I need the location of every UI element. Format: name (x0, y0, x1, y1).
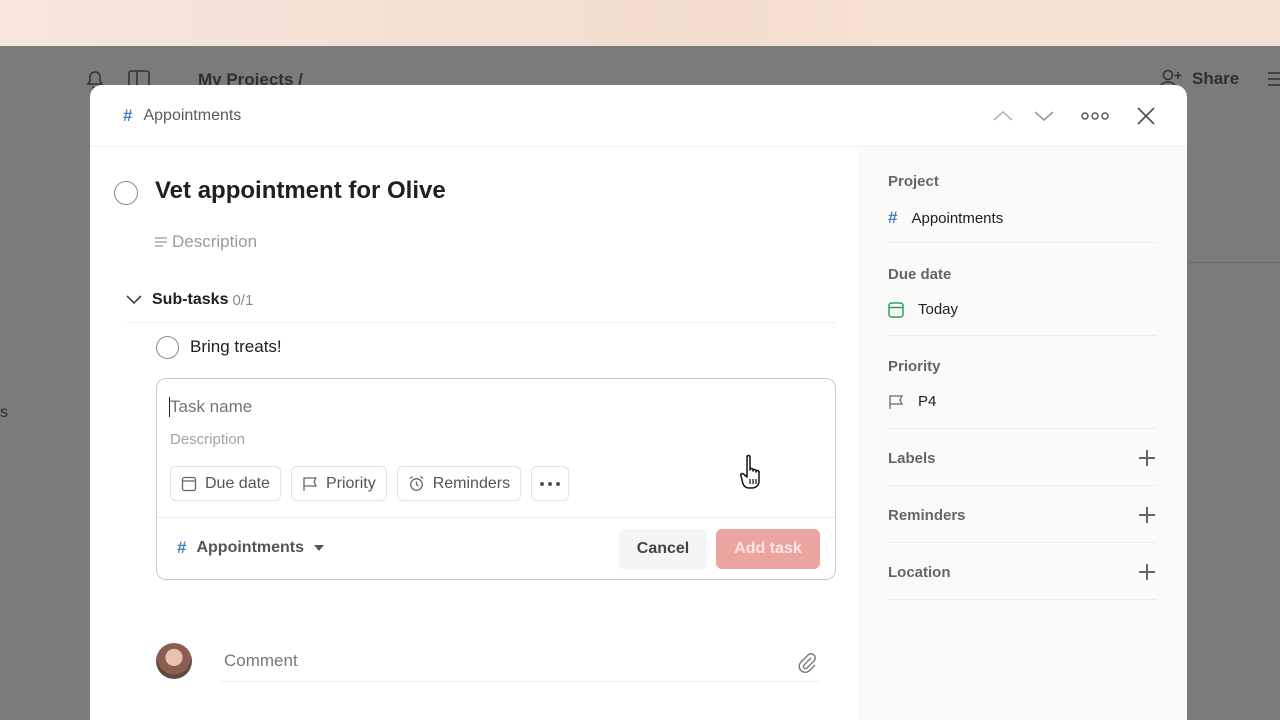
editor-description-input[interactable]: Description (170, 431, 245, 448)
background-banner (0, 0, 1280, 46)
divider (888, 428, 1156, 429)
project-label: Project (888, 173, 939, 190)
task-main-panel: Vet appointment for Olive Description Su… (90, 147, 857, 720)
flag-icon (889, 394, 904, 409)
priority-value[interactable]: P4 (888, 393, 1156, 410)
hash-icon: # (888, 208, 898, 227)
priority-label: Priority (325, 474, 376, 492)
add-reminder-icon[interactable] (1138, 506, 1156, 524)
labels-label: Labels (888, 449, 936, 467)
chevron-up-icon (993, 110, 1013, 121)
more-horizontal-icon (540, 481, 561, 486)
editor-footer: # Appointments Cancel Add task (157, 517, 835, 579)
due-date-button[interactable]: Due date (170, 466, 281, 501)
caret-down-icon (314, 545, 325, 551)
subtasks-count: 0/1 (232, 291, 254, 309)
due-date-value[interactable]: Today (888, 301, 1156, 318)
task-properties-sidebar: Project # Appointments Due date Today Pr… (857, 147, 1187, 720)
more-options-button[interactable] (531, 466, 570, 501)
reminders-row[interactable]: Reminders (888, 506, 1156, 524)
project-value-text: Appointments (911, 209, 1004, 227)
alarm-clock-icon (409, 475, 424, 491)
due-date-label: Due date (205, 474, 270, 492)
project-selector[interactable]: # Appointments (177, 538, 325, 558)
share-label: Share (1192, 69, 1240, 88)
editor-chip-row: Due date Priority Reminders (170, 466, 570, 501)
divider (220, 681, 820, 682)
labels-row[interactable]: Labels (888, 449, 1156, 467)
task-detail-modal: # Appointments Vet appointment for Olive (90, 85, 1187, 720)
project-section: Project # Appointments (888, 173, 1156, 228)
flag-icon (303, 476, 317, 491)
comment-row: Comment (156, 643, 826, 683)
add-subtask-editor: Description Due date Priority (156, 378, 836, 580)
calendar-today-icon (888, 301, 904, 318)
divider (888, 599, 1156, 600)
options-icon (1268, 72, 1280, 86)
hand-cursor-icon (740, 454, 760, 489)
priority-value-text: P4 (918, 393, 937, 410)
modal-header: # Appointments (90, 85, 1187, 147)
chevron-down-icon (126, 295, 142, 305)
project-selector-label: Appointments (196, 539, 305, 556)
location-label: Location (888, 563, 951, 581)
project-value[interactable]: # Appointments (888, 208, 1156, 228)
priority-label: Priority (888, 358, 941, 375)
reminders-button[interactable]: Reminders (396, 466, 522, 501)
calendar-icon (181, 476, 197, 491)
subtask-checkbox[interactable] (156, 336, 179, 359)
hash-icon: # (123, 106, 133, 125)
divider (126, 322, 836, 323)
reminders-label: Reminders (888, 506, 966, 524)
divider (888, 242, 1156, 243)
paperclip-icon[interactable] (796, 651, 818, 673)
divider (888, 485, 1156, 486)
close-icon (1137, 107, 1155, 125)
more-horizontal-icon (1081, 112, 1109, 120)
background-divider (1186, 262, 1280, 263)
priority-button[interactable]: Priority (290, 466, 387, 501)
due-date-label: Due date (888, 266, 952, 283)
description-placeholder: Description (172, 232, 258, 251)
subtasks-toggle[interactable]: Sub-tasks 0/1 (126, 291, 253, 309)
subtask-item[interactable]: Bring treats! (190, 337, 282, 357)
header-project-link[interactable]: # Appointments (123, 106, 241, 126)
reminders-label: Reminders (432, 474, 511, 492)
due-date-value-text: Today (918, 301, 959, 318)
more-actions-button[interactable] (1080, 101, 1110, 131)
next-task-button[interactable] (1029, 101, 1059, 131)
chevron-down-icon (1034, 111, 1054, 122)
task-name-input[interactable] (170, 397, 810, 417)
header-project-name: Appointments (143, 107, 242, 124)
hash-icon: # (177, 538, 187, 557)
location-row[interactable]: Location (888, 563, 1156, 581)
subtasks-title: Sub-tasks (152, 291, 229, 308)
avatar (156, 643, 192, 679)
add-label-icon[interactable] (1138, 449, 1156, 467)
add-task-button[interactable]: Add task (716, 529, 820, 569)
divider (888, 542, 1156, 543)
priority-section: Priority P4 (888, 358, 1156, 410)
task-complete-checkbox[interactable] (114, 181, 138, 205)
previous-task-button[interactable] (988, 101, 1018, 131)
cancel-button[interactable]: Cancel (619, 529, 707, 569)
due-date-section: Due date Today (888, 266, 1156, 318)
add-location-icon[interactable] (1138, 563, 1156, 581)
comment-input[interactable]: Comment (224, 651, 298, 671)
close-button[interactable] (1131, 101, 1161, 131)
divider (888, 335, 1156, 336)
background-edge-text: s (0, 404, 8, 421)
description-icon (155, 237, 167, 247)
task-title[interactable]: Vet appointment for Olive (155, 177, 446, 205)
task-description-field[interactable]: Description (154, 232, 257, 252)
